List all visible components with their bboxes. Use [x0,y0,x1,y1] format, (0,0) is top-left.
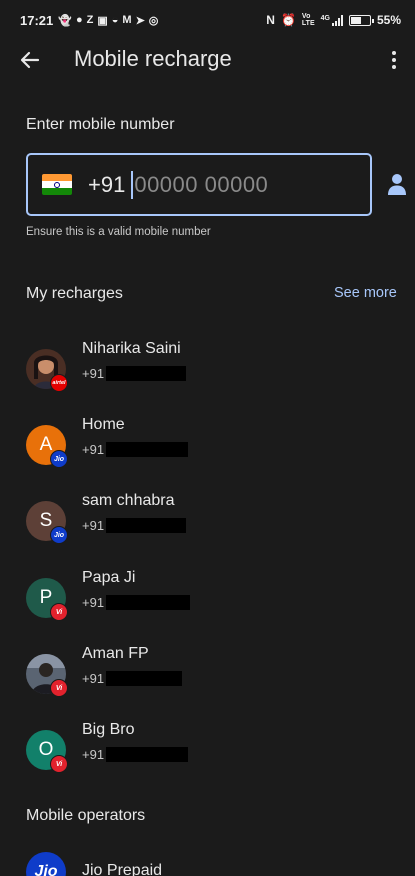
contact-number: +91 [82,671,183,686]
back-button[interactable] [18,48,42,72]
number-prefix: +91 [82,518,105,533]
nfc-icon: N [266,13,275,27]
jio-badge-icon: Jio [50,450,68,468]
operator-name: Jio Prepaid [82,862,163,876]
whatsapp-icon: ◎ [148,14,159,27]
phone-number-input[interactable] [134,171,335,198]
contact-name: Aman FP [82,645,149,662]
recharge-item-home[interactable]: A Jio Home +91 [0,416,415,478]
contact-number: +91 [82,442,189,457]
zomato-icon: Z [86,13,94,26]
operator-item-jio-prepaid[interactable]: Jio Jio Prepaid [0,848,415,876]
snapchat-icon: 👻 [58,14,72,27]
number-prefix: +91 [82,366,105,381]
my-recharges-heading: My recharges [26,285,123,302]
recharge-item-big-bro[interactable]: O Vi Big Bro +91 [0,721,415,783]
redacted-number [106,747,189,762]
text-cursor [131,170,134,199]
contact-name: Big Bro [82,721,135,738]
redacted-number [106,518,187,533]
notification-icons: 👻 ● Z ▣ ◒ M ➤ ◎ [58,14,158,27]
airtel-badge-icon: airtel [50,374,68,392]
alarm-icon: ⏰ [280,13,296,27]
vi-badge-icon: Vi [50,679,68,697]
battery-percent: 55% [376,13,401,27]
more-vert-icon [392,51,396,55]
arrow-back-icon [20,51,40,69]
phone-number-field[interactable]: +91 [26,153,372,216]
redacted-number [106,595,191,610]
number-prefix: +91 [82,747,105,762]
telegram-icon: ➤ [135,14,145,27]
india-flag-icon [42,174,72,195]
recharge-item-niharika-saini[interactable]: airtel Niharika Saini +91 [0,340,415,402]
contact-name: Niharika Saini [82,340,181,357]
mobile-operators-heading: Mobile operators [26,807,146,824]
app-bar: Mobile recharge [0,40,415,80]
signal-icon: 4G [320,14,343,26]
redacted-number [106,671,183,686]
contact-person-icon [388,174,406,195]
vi-badge-icon: Vi [50,755,68,773]
contacts-button[interactable] [386,172,408,196]
more-options-button[interactable] [385,48,403,72]
status-bar: 17:21 👻 ● Z ▣ ◒ M ➤ ◎ N ⏰ Vo LTE 4G 55% [0,0,415,40]
vi-badge-icon: Vi [50,603,68,621]
contact-name: Papa Ji [82,569,136,586]
number-prefix: +91 [82,595,105,610]
gmail-icon: M [122,13,132,26]
recharge-item-aman-fp[interactable]: Vi Aman FP +91 [0,645,415,707]
enter-number-label: Enter mobile number [26,116,175,133]
number-prefix: +91 [82,671,105,686]
status-left: 17:21 👻 ● Z ▣ ◒ M ➤ ◎ [20,13,158,28]
jio-badge-icon: Jio [50,526,68,544]
recharge-item-sam-chhabra[interactable]: S Jio sam chhabra +91 [0,492,415,554]
volte-icon: Vo LTE [301,13,315,27]
network-type-label: 4G [320,14,330,22]
contact-name: Home [82,416,125,433]
cloud-icon: ◒ [111,13,119,26]
redacted-number [106,366,187,381]
page-title: Mobile recharge [74,46,232,71]
status-right: N ⏰ Vo LTE 4G 55% [266,13,401,27]
contact-number: +91 [82,747,189,762]
location-icon: ● [75,13,83,26]
gallery-icon: ▣ [97,14,108,27]
jio-logo-icon: Jio [26,852,66,876]
contact-name: sam chhabra [82,492,175,509]
status-time: 17:21 [20,12,54,28]
country-code: +91 [88,171,126,197]
contact-number: +91 [82,518,187,533]
battery-icon [348,14,374,26]
see-more-link[interactable]: See more [334,285,397,301]
recharge-item-papa-ji[interactable]: P Vi Papa Ji +91 [0,569,415,631]
contact-number: +91 [82,595,191,610]
redacted-number [106,442,189,457]
number-prefix: +91 [82,442,105,457]
contact-number: +91 [82,366,187,381]
helper-text: Ensure this is a valid mobile number [26,226,211,238]
